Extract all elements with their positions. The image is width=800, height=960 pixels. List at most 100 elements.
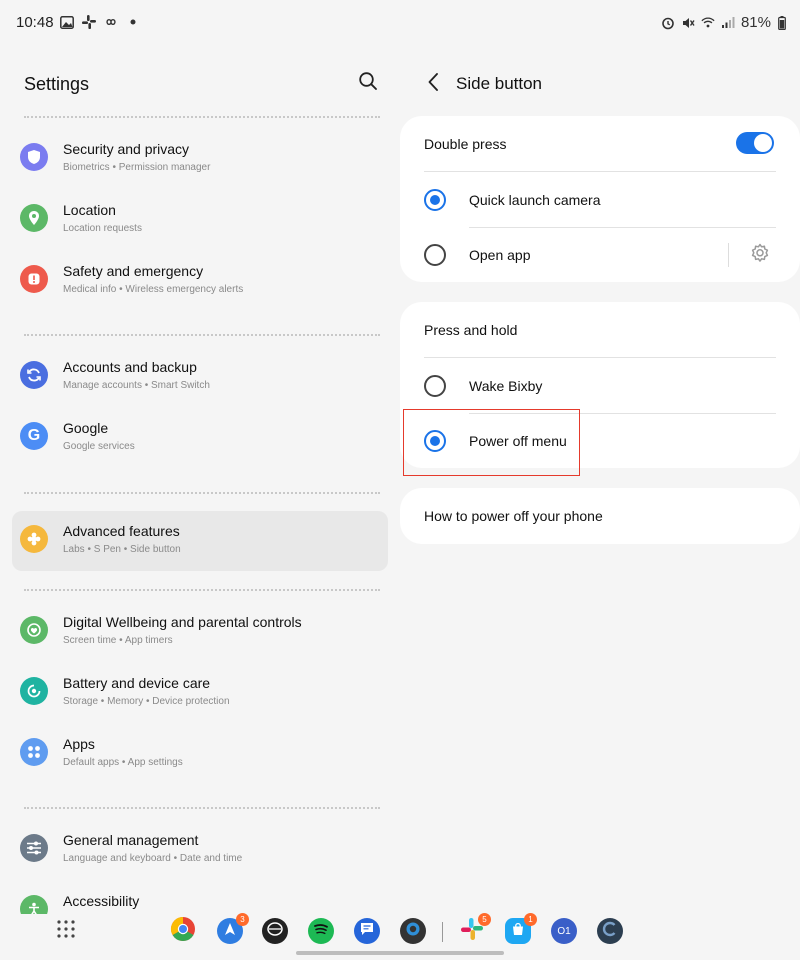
taskbar: 3 5 1 O1 — [0, 913, 800, 960]
sync-icon — [20, 361, 48, 389]
option-quick-launch-camera[interactable]: Quick launch camera — [400, 172, 800, 228]
o1-app-label: O1 — [557, 925, 571, 937]
double-press-toggle[interactable] — [736, 132, 774, 154]
settings-item-google[interactable]: G Google Google services — [12, 408, 388, 468]
dock-app-c[interactable] — [597, 918, 623, 944]
settings-item-general-management[interactable]: General management Language and keyboard… — [12, 820, 388, 880]
option-wake-bixby[interactable]: Wake Bixby — [400, 358, 800, 414]
help-link-label: How to power off your phone — [424, 508, 603, 524]
radio-open-app[interactable] — [424, 244, 446, 266]
notification-badge: 3 — [236, 913, 249, 926]
dock-app-messages[interactable] — [354, 918, 380, 944]
option-label: Quick launch camera — [469, 192, 601, 208]
page-title: Side button — [456, 74, 543, 93]
settings-item-safety-emergency[interactable]: Safety and emergency Medical info • Wire… — [12, 251, 388, 311]
settings-item-accessibility[interactable]: Accessibility — [12, 881, 388, 914]
menu-item-subtitle: Default apps • App settings — [63, 757, 183, 768]
option-label: Wake Bixby — [469, 378, 543, 394]
google-icon: G — [20, 422, 48, 450]
menu-item-subtitle: Manage accounts • Smart Switch — [63, 380, 210, 391]
gallery-icon — [60, 15, 74, 29]
divider — [24, 334, 380, 336]
dock-app-spotify[interactable] — [308, 918, 334, 944]
dock-app-slack[interactable]: 5 — [459, 913, 491, 944]
back-button[interactable] — [422, 72, 444, 96]
how-to-power-off-link[interactable]: How to power off your phone — [400, 488, 800, 544]
menu-item-title: Advanced features — [63, 523, 180, 539]
radio-power-off-menu[interactable] — [424, 430, 446, 452]
dock-app-circle[interactable] — [400, 918, 426, 944]
puzzle-icon — [20, 525, 48, 553]
menu-item-subtitle: Labs • S Pen • Side button — [63, 544, 181, 555]
menu-item-title: Location — [63, 202, 116, 218]
open-app-settings-button[interactable] — [747, 242, 773, 268]
radio-quick-launch-camera[interactable] — [424, 189, 446, 211]
infinity-icon — [104, 15, 118, 29]
dock-app-dark[interactable] — [262, 918, 288, 944]
divider — [24, 807, 380, 809]
navigation-arrow-icon — [223, 922, 237, 941]
menu-item-title: Accounts and backup — [63, 359, 197, 375]
shopping-bag-icon — [511, 922, 525, 941]
menu-item-subtitle: Medical info • Wireless emergency alerts — [63, 284, 244, 295]
divider — [24, 116, 380, 118]
dock-app-o1[interactable]: O1 — [551, 918, 577, 944]
settings-title: Settings — [24, 74, 90, 94]
menu-item-title: Google — [63, 420, 109, 436]
notification-badge: 5 — [478, 913, 491, 926]
chevron-left-icon — [427, 72, 439, 97]
settings-item-security-privacy[interactable]: Security and privacy Biometrics • Permis… — [12, 129, 388, 189]
double-press-label: Double press — [424, 136, 507, 152]
mute-icon — [681, 16, 695, 30]
alert-icon — [20, 265, 48, 293]
menu-item-title: Accessibility — [63, 893, 140, 909]
option-label: Open app — [469, 247, 531, 263]
settings-item-battery-device-care[interactable]: Battery and device care Storage • Memory… — [12, 663, 388, 723]
app-drawer-button[interactable] — [53, 918, 79, 944]
menu-item-subtitle: Location requests — [63, 223, 142, 234]
option-open-app[interactable]: Open app — [400, 227, 800, 283]
chrome-icon — [170, 916, 196, 947]
menu-item-title: Security and privacy — [63, 141, 190, 157]
battery-care-icon — [20, 677, 48, 705]
shield-icon — [20, 143, 48, 171]
settings-item-location[interactable]: Location Location requests — [12, 190, 388, 250]
dot-icon — [126, 15, 140, 29]
option-label: Power off menu — [469, 433, 567, 449]
divider — [24, 492, 380, 494]
status-bar: 10:48 81% — [0, 0, 800, 46]
divider — [24, 589, 380, 591]
menu-item-title: Safety and emergency — [63, 263, 204, 279]
circle-app-icon — [404, 920, 422, 943]
menu-item-subtitle: Language and keyboard • Date and time — [63, 853, 243, 864]
double-press-card: Double press Quick launch camera Open ap… — [400, 116, 800, 282]
search-button[interactable] — [356, 71, 380, 95]
search-icon — [358, 71, 378, 96]
menu-item-title: Battery and device care — [63, 675, 211, 691]
dock-app-chrome[interactable] — [170, 916, 196, 947]
status-time: 10:48 — [16, 14, 54, 31]
option-power-off-menu[interactable]: Power off menu — [400, 413, 800, 469]
settings-item-advanced-features[interactable]: Advanced features Labs • S Pen • Side bu… — [12, 511, 388, 571]
menu-item-subtitle: Screen time • App timers — [63, 635, 173, 646]
gear-icon — [749, 242, 771, 269]
double-press-row[interactable]: Double press — [400, 116, 800, 172]
alarm-icon — [661, 16, 675, 30]
radio-wake-bixby[interactable] — [424, 375, 446, 397]
slack-icon — [82, 15, 96, 29]
dock-app-arrow-nav[interactable]: 3 — [217, 913, 249, 944]
signal-icon — [721, 16, 735, 30]
dock-app-store[interactable]: 1 — [505, 913, 537, 944]
menu-item-title: General management — [63, 832, 199, 848]
dark-app-icon — [266, 920, 284, 943]
settings-item-digital-wellbeing[interactable]: Digital Wellbeing and parental controls … — [12, 602, 388, 662]
menu-item-subtitle: Biometrics • Permission manager — [63, 162, 211, 173]
divider — [728, 243, 729, 267]
press-hold-header: Press and hold — [400, 302, 800, 358]
menu-item-subtitle: Storage • Memory • Device protection — [63, 696, 230, 707]
c-app-icon — [601, 920, 619, 943]
settings-item-apps[interactable]: Apps Default apps • App settings — [12, 724, 388, 784]
navigation-handle[interactable] — [296, 951, 504, 955]
menu-item-subtitle: Google services — [63, 441, 135, 452]
settings-item-accounts-backup[interactable]: Accounts and backup Manage accounts • Sm… — [12, 347, 388, 407]
